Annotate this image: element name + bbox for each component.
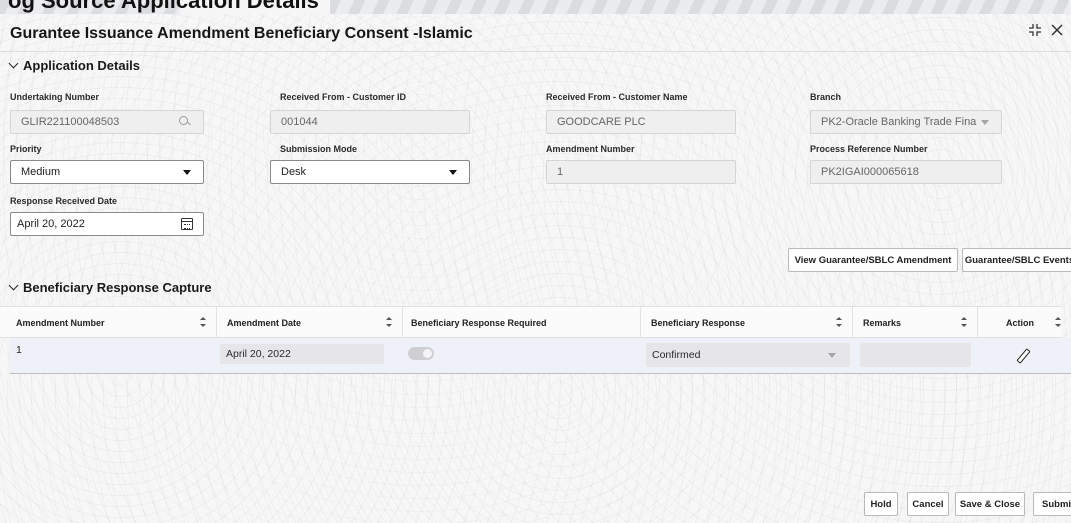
application-details-title: Application Details [23,58,141,73]
priority-value: Medium [21,166,61,178]
column-amendment-number[interactable]: Amendment Number [10,307,216,338]
customer-name-field[interactable]: GOODCARE PLC [546,110,736,134]
background-window-strip: og Source Application Details [0,0,1071,14]
edit-pencil-icon[interactable] [1016,349,1030,363]
chevron-down-icon [183,169,191,175]
chevron-down-icon [828,352,836,358]
table-header: Amendment Number Amendment Date Benefici… [0,306,1061,338]
response-date-value: April 20, 2022 [17,218,85,230]
priority-label: Priority [10,144,42,154]
sort-icon[interactable] [386,317,392,327]
sort-icon[interactable] [961,317,967,327]
column-label: Action [1006,317,1034,328]
chevron-down-icon [8,58,19,69]
process-reference-value: PK2IGAI000065618 [821,166,919,178]
remarks-input[interactable] [860,343,971,367]
row-amendment-number: 1 [16,344,22,356]
chevron-down-icon [449,169,457,175]
chevron-down-icon [981,119,989,125]
table-row[interactable]: 1 April 20, 2022 Confirmed [10,338,1071,374]
response-required-toggle[interactable] [408,347,434,360]
undertaking-number-field[interactable]: GLIR221100048503 [10,110,204,134]
beneficiary-response-select[interactable]: Confirmed [646,343,850,367]
column-action[interactable]: Action [977,307,1071,338]
cancel-button[interactable]: Cancel [907,492,949,516]
application-details-toggle[interactable]: Application Details [8,58,141,73]
customer-id-value: 001044 [281,116,318,128]
resize-icon[interactable] [1028,23,1042,42]
events-button[interactable]: Guarantee/SBLC Events [962,248,1071,272]
save-close-button[interactable]: Save & Close [955,492,1025,516]
response-date-picker[interactable]: April 20, 2022 [10,212,204,236]
column-label: Beneficiary Response [651,317,746,328]
undertaking-number-label: Undertaking Number [10,92,100,102]
search-icon[interactable] [179,116,191,128]
calendar-icon[interactable] [181,218,193,230]
sort-icon[interactable] [1055,317,1061,327]
column-label: Remarks [863,317,902,328]
column-label: Amendment Date [227,317,302,328]
column-beneficiary-response[interactable]: Beneficiary Response [640,307,852,338]
background-window-title: og Source Application Details [8,0,319,13]
view-amendment-button[interactable]: View Guarantee/SBLC Amendment [788,248,958,272]
priority-select[interactable]: Medium [10,160,204,184]
row-amendment-date: April 20, 2022 [220,344,384,364]
dialog-title: Gurantee Issuance Amendment Beneficiary … [10,25,473,42]
undertaking-number-value: GLIR221100048503 [21,116,120,128]
amendment-number-label: Amendment Number [546,144,635,154]
close-icon[interactable] [1051,23,1063,41]
amendment-number-field[interactable]: 1 [546,160,736,184]
beneficiary-consent-dialog: Gurantee Issuance Amendment Beneficiary … [0,14,1071,523]
submission-mode-value: Desk [281,166,307,178]
branch-label: Branch [810,92,842,102]
column-remarks[interactable]: Remarks [852,307,977,338]
column-response-required: Beneficiary Response Required [402,307,640,338]
branch-select[interactable]: PK2-Oracle Banking Trade Fina [810,110,1002,134]
column-label: Amendment Number [16,317,105,328]
hold-button[interactable]: Hold [864,492,898,516]
sort-icon[interactable] [836,317,842,327]
submission-mode-label: Submission Mode [280,144,358,154]
process-reference-label: Process Reference Number [810,144,928,154]
submit-button[interactable]: Submit [1033,492,1071,516]
beneficiary-response-title: Beneficiary Response Capture [23,280,212,295]
submission-mode-select[interactable]: Desk [270,160,470,184]
beneficiary-response-value: Confirmed [652,349,701,361]
column-label: Beneficiary Response Required [411,317,547,328]
chevron-down-icon [8,280,19,291]
response-date-label: Response Received Date [10,196,118,206]
process-reference-field[interactable]: PK2IGAI000065618 [810,160,1002,184]
customer-name-value: GOODCARE PLC [557,116,646,128]
column-amendment-date[interactable]: Amendment Date [216,307,402,338]
customer-id-field[interactable]: 001044 [270,110,470,134]
sort-icon[interactable] [200,317,206,327]
customer-id-label: Received From - Customer ID [280,92,407,102]
amendment-number-value: 1 [557,166,564,178]
branch-value: PK2-Oracle Banking Trade Fina [821,116,977,128]
customer-name-label: Received From - Customer Name [546,92,688,102]
dialog-header: Gurantee Issuance Amendment Beneficiary … [0,14,1071,52]
beneficiary-response-toggle[interactable]: Beneficiary Response Capture [8,280,212,295]
